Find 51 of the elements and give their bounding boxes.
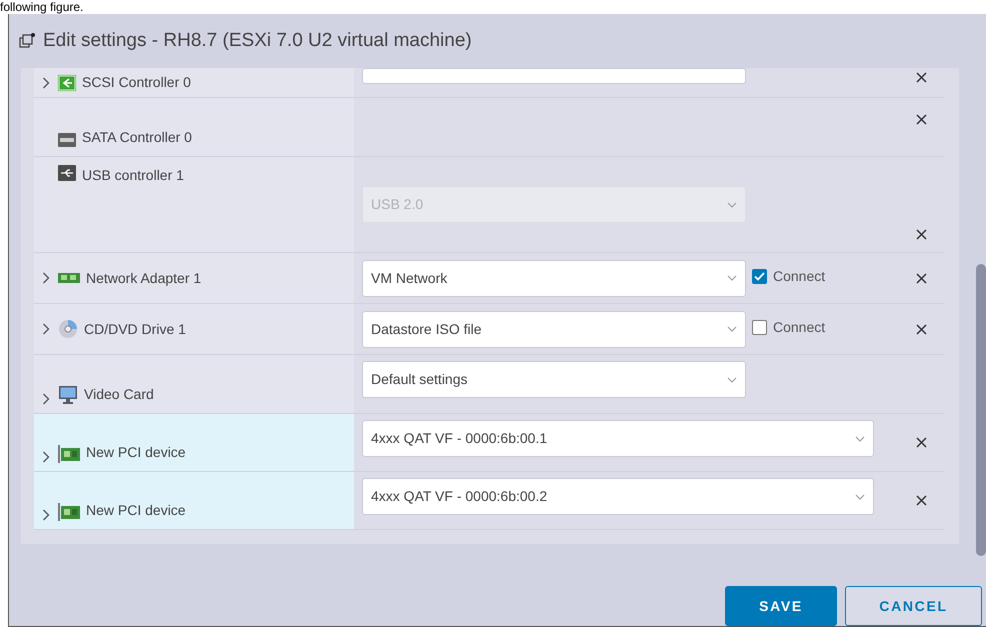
close-icon[interactable]	[916, 72, 926, 83]
vm-settings-icon	[19, 33, 35, 49]
pci-card-icon	[58, 445, 80, 463]
close-icon[interactable]	[916, 229, 926, 240]
pci-card-icon	[58, 503, 80, 521]
device-name: CD/DVD Drive 1	[84, 320, 186, 338]
chevron-right-icon[interactable]	[42, 323, 50, 335]
device-name: SCSI Controller 0	[82, 73, 191, 92]
device-name: New PCI device	[86, 443, 186, 462]
checkbox[interactable]	[752, 268, 767, 284]
device-dropdown[interactable]: 4xxx QAT VF - 0000:6b:00.1	[362, 420, 874, 457]
monitor-icon	[58, 385, 78, 405]
device-name: Video Card	[84, 385, 154, 404]
close-icon[interactable]	[916, 495, 926, 506]
disk-controller-icon	[58, 132, 76, 148]
device-dropdown[interactable]: 4xxx QAT VF - 0000:6b:00.2	[362, 478, 874, 515]
scrollbar-thumb[interactable]	[976, 264, 986, 556]
connect-checkbox[interactable]: Connect	[752, 266, 826, 290]
controller-icon	[58, 74, 76, 90]
device-dropdown[interactable]: Default settings	[362, 361, 746, 398]
save-button[interactable]: SAVE	[725, 586, 837, 626]
checkbox[interactable]	[752, 320, 767, 334]
disc-icon	[58, 319, 78, 339]
chevron-right-icon[interactable]	[42, 393, 50, 405]
chevron-right-icon[interactable]	[42, 76, 50, 88]
close-icon[interactable]	[916, 114, 926, 125]
caret-down-icon	[727, 326, 737, 332]
check-icon	[754, 272, 765, 280]
device-dropdown: USB 2.0	[362, 186, 746, 223]
close-icon[interactable]	[916, 324, 926, 334]
chevron-right-icon[interactable]	[42, 451, 50, 463]
caret-down-icon	[855, 494, 865, 500]
close-icon[interactable]	[916, 272, 926, 284]
device-name: Network Adapter 1	[86, 268, 202, 288]
caret-down-icon	[727, 275, 737, 281]
device-name: New PCI device	[86, 501, 186, 520]
chevron-right-icon[interactable]	[42, 509, 50, 521]
connect-checkbox[interactable]: Connect	[752, 316, 826, 342]
close-icon[interactable]	[916, 437, 926, 448]
usb-icon	[58, 165, 76, 181]
caret-down-icon	[855, 436, 865, 442]
dialog-title: Edit settings - RH8.7 (ESXi 7.0 U2 virtual machine)	[43, 28, 472, 53]
network-card-icon	[58, 271, 80, 285]
device-dropdown[interactable]: Datastore ISO file	[362, 310, 746, 348]
device-name: SATA Controller 0	[82, 128, 192, 147]
device-dropdown[interactable]: VM Network	[362, 260, 746, 296]
chevron-right-icon[interactable]	[42, 272, 50, 284]
device-name: USB controller 1	[82, 166, 184, 185]
caret-down-icon	[727, 376, 737, 382]
page-text: following figure.	[0, 0, 84, 14]
caret-down-icon	[727, 202, 737, 208]
